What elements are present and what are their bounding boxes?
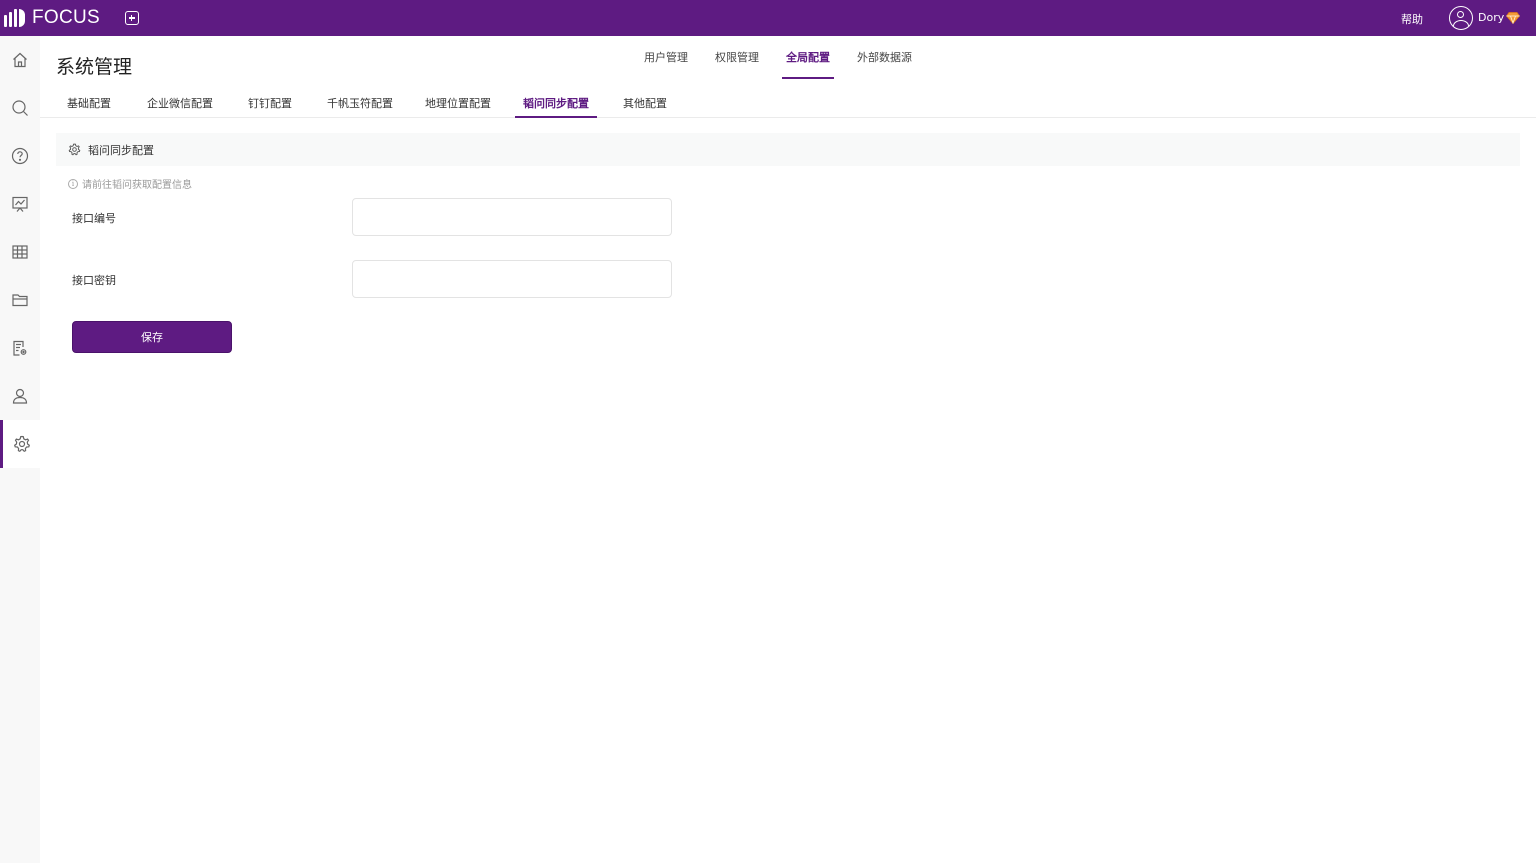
tab-user-management[interactable]: 用户管理	[640, 36, 692, 79]
interface-key-input[interactable]	[352, 260, 672, 298]
top-bar: FOCUS 帮助 Dory	[0, 0, 1536, 36]
subtab-geo-config[interactable]: 地理位置配置	[417, 90, 499, 117]
top-tabs: 用户管理 权限管理 全局配置 外部数据源	[640, 36, 935, 79]
user-avatar-icon[interactable]	[1449, 6, 1473, 30]
interface-id-input[interactable]	[352, 198, 672, 236]
diamond-icon	[1506, 12, 1520, 24]
section-header: 韬问同步配置	[56, 133, 1520, 166]
interface-id-label: 接口编号	[72, 212, 116, 225]
hint-text: 请前往韬问获取配置信息	[82, 180, 192, 191]
tab-external-datasource[interactable]: 外部数据源	[853, 36, 916, 79]
add-icon[interactable]	[125, 11, 139, 25]
interface-key-label: 接口密钥	[72, 274, 116, 287]
sub-tabs: 基础配置 企业微信配置 钉钉配置 千帆玉符配置 地理位置配置 韬问同步配置 其他…	[40, 90, 1536, 118]
gear-icon	[13, 435, 30, 453]
gear-icon	[68, 143, 81, 156]
home-icon	[13, 52, 27, 68]
page-title: 系统管理	[56, 56, 133, 78]
tab-global-config[interactable]: 全局配置	[782, 36, 834, 79]
subtab-other-config[interactable]: 其他配置	[615, 90, 675, 117]
subtab-qianfan-config[interactable]: 千帆玉符配置	[319, 90, 401, 117]
dashboard-chart-icon	[12, 196, 28, 212]
sidebar-item-help[interactable]	[0, 132, 40, 180]
sidebar-item-folder[interactable]	[0, 276, 40, 324]
sidebar-item-user[interactable]	[0, 372, 40, 420]
sidebar-item-dashboard[interactable]	[0, 180, 40, 228]
folder-icon	[12, 294, 28, 307]
sidebar-item-table[interactable]	[0, 228, 40, 276]
subtab-wecom-config[interactable]: 企业微信配置	[139, 90, 221, 117]
help-circle-icon	[11, 147, 29, 165]
table-icon	[12, 245, 28, 259]
sidebar-item-home[interactable]	[0, 36, 40, 84]
save-button[interactable]: 保存	[72, 321, 232, 353]
sidebar-item-search[interactable]	[0, 84, 40, 132]
username[interactable]: Dory	[1478, 11, 1504, 24]
subtab-dingtalk-config[interactable]: 钉钉配置	[240, 90, 300, 117]
logo-mark-icon	[4, 9, 27, 27]
hint-text-row: i 请前往韬问获取配置信息	[68, 176, 192, 191]
tab-permission-management[interactable]: 权限管理	[711, 36, 763, 79]
search-icon	[12, 100, 28, 116]
sidebar	[0, 36, 40, 863]
section-title: 韬问同步配置	[88, 143, 154, 157]
help-link[interactable]: 帮助	[1401, 11, 1423, 27]
subtab-taowen-sync-config[interactable]: 韬问同步配置	[515, 90, 597, 118]
sidebar-item-settings[interactable]	[0, 420, 40, 468]
logo-text: FOCUS	[32, 7, 100, 28]
subtab-basic-config[interactable]: 基础配置	[59, 90, 119, 117]
info-icon: i	[68, 178, 78, 189]
task-settings-icon	[13, 340, 27, 356]
focus-logo[interactable]: FOCUS	[4, 0, 100, 36]
sidebar-item-task-settings[interactable]	[0, 324, 40, 372]
user-icon	[12, 388, 28, 404]
